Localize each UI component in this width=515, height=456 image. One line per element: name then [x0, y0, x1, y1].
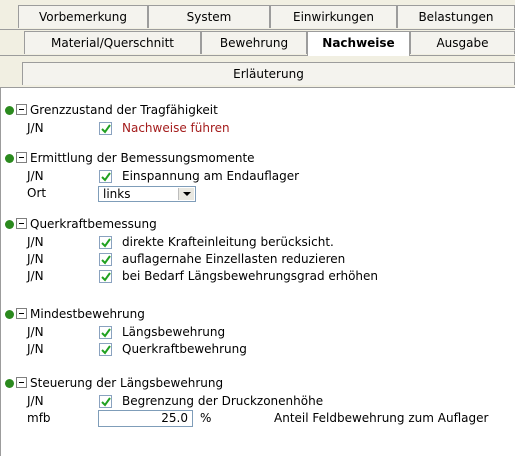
tab-bewehrung[interactable]: Bewehrung [201, 31, 307, 54]
checkmark-icon [101, 345, 111, 355]
checkmark-icon [101, 272, 111, 282]
tab-erlaeuterung[interactable]: Erläuterung [22, 62, 515, 85]
checkbox[interactable] [99, 270, 112, 283]
mfb-input[interactable]: 25.0 [98, 410, 193, 427]
collapse-icon[interactable] [16, 104, 27, 115]
status-dot-icon [5, 379, 14, 388]
option-row: J/N Querkraftbewehrung [1, 341, 515, 358]
row-label: J/N [27, 235, 44, 249]
collapse-icon[interactable] [16, 152, 27, 163]
checkbox-label: Begrenzung der Druckzonenhöhe [122, 394, 324, 408]
checkmark-icon [101, 238, 111, 248]
tab-belastungen[interactable]: Belastungen [397, 5, 515, 28]
section-title: Grenzzustand der Tragfähigkeit [30, 103, 218, 117]
section-title: Querkraftbemessung [30, 217, 157, 231]
tab-row-1: Vorbemerkung System Einwirkungen Belastu… [0, 5, 515, 29]
option-row: J/N Nachweise führen [1, 120, 515, 137]
input-row: mfb 25.0 % Anteil Feldbewehrung zum Aufl… [1, 410, 515, 427]
checkbox-label: Nachweise führen [122, 121, 230, 135]
tab-nachweise[interactable]: Nachweise [307, 31, 410, 56]
row-label: J/N [27, 252, 44, 266]
option-row: J/N direkte Krafteinleitung berücksicht. [1, 234, 515, 251]
tab-ausgabe[interactable]: Ausgabe [410, 31, 515, 54]
input-description: Anteil Feldbewehrung zum Auflager [274, 411, 489, 425]
tab-material-querschnitt[interactable]: Material/Querschnitt [24, 31, 201, 54]
option-row: J/N Längsbewehrung [1, 324, 515, 341]
section-title: Ermittlung der Bemessungsmomente [30, 151, 255, 165]
dropdown-arrow-icon[interactable] [178, 188, 194, 200]
collapse-icon[interactable] [16, 218, 27, 229]
checkmark-icon [101, 397, 111, 407]
checkbox[interactable] [99, 343, 112, 356]
checkbox[interactable] [99, 170, 112, 183]
divider [0, 29, 515, 30]
checkbox[interactable] [99, 122, 112, 135]
select-value: links [103, 187, 131, 201]
checkbox-label: Längsbewehrung [122, 325, 226, 339]
checkmark-icon [101, 172, 111, 182]
option-row: J/N Begrenzung der Druckzonenhöhe [1, 393, 515, 410]
row-label: mfb [27, 411, 51, 425]
tab-system[interactable]: System [148, 5, 270, 28]
status-dot-icon [5, 106, 14, 115]
row-label: J/N [27, 269, 44, 283]
checkbox-label: Einspannung am Endauflager [122, 169, 300, 183]
checkbox[interactable] [99, 253, 112, 266]
checkbox[interactable] [99, 395, 112, 408]
row-label: Ort [27, 186, 47, 200]
tab-einwirkungen[interactable]: Einwirkungen [270, 5, 397, 28]
tab-vorbemerkung[interactable]: Vorbemerkung [18, 5, 148, 28]
tab-area: Vorbemerkung System Einwirkungen Belastu… [0, 0, 515, 88]
checkbox[interactable] [99, 236, 112, 249]
row-label: J/N [27, 342, 44, 356]
checkbox-label: auflagernahe Einzellasten reduzieren [122, 252, 346, 266]
ort-select[interactable]: links [98, 186, 196, 202]
checkmark-icon [101, 328, 111, 338]
tab-row-2: Material/Querschnitt Bewehrung Nachweise… [0, 31, 515, 56]
collapse-icon[interactable] [16, 308, 27, 319]
status-dot-icon [5, 310, 14, 319]
status-dot-icon [5, 220, 14, 229]
option-row: J/N auflagernahe Einzellasten reduzieren [1, 251, 515, 268]
tab-row-3: Erläuterung [0, 62, 515, 86]
option-row: J/N bei Bedarf Längsbewehrungsgrad erhöh… [1, 268, 515, 285]
option-row: J/N Einspannung am Endauflager [1, 168, 515, 185]
checkbox-label: bei Bedarf Längsbewehrungsgrad erhöhen [122, 269, 379, 283]
row-label: J/N [27, 325, 44, 339]
row-label: J/N [27, 121, 44, 135]
checkbox-label: Querkraftbewehrung [122, 342, 247, 356]
section-title: Mindestbewehrung [30, 307, 145, 321]
status-dot-icon [5, 154, 14, 163]
section-title: Steuerung der Längsbewehrung [30, 376, 224, 390]
collapse-icon[interactable] [16, 377, 27, 388]
checkbox[interactable] [99, 326, 112, 339]
checkmark-icon [101, 124, 111, 134]
divider [0, 55, 515, 56]
select-row: Ort links [1, 185, 515, 202]
unit-label: % [200, 411, 212, 425]
row-label: J/N [27, 394, 44, 408]
checkbox-label: direkte Krafteinleitung berücksicht. [122, 235, 334, 249]
nachweise-panel: Grenzzustand der Tragfähigkeit J/N Nachw… [0, 88, 515, 456]
row-label: J/N [27, 169, 44, 183]
checkmark-icon [101, 255, 111, 265]
